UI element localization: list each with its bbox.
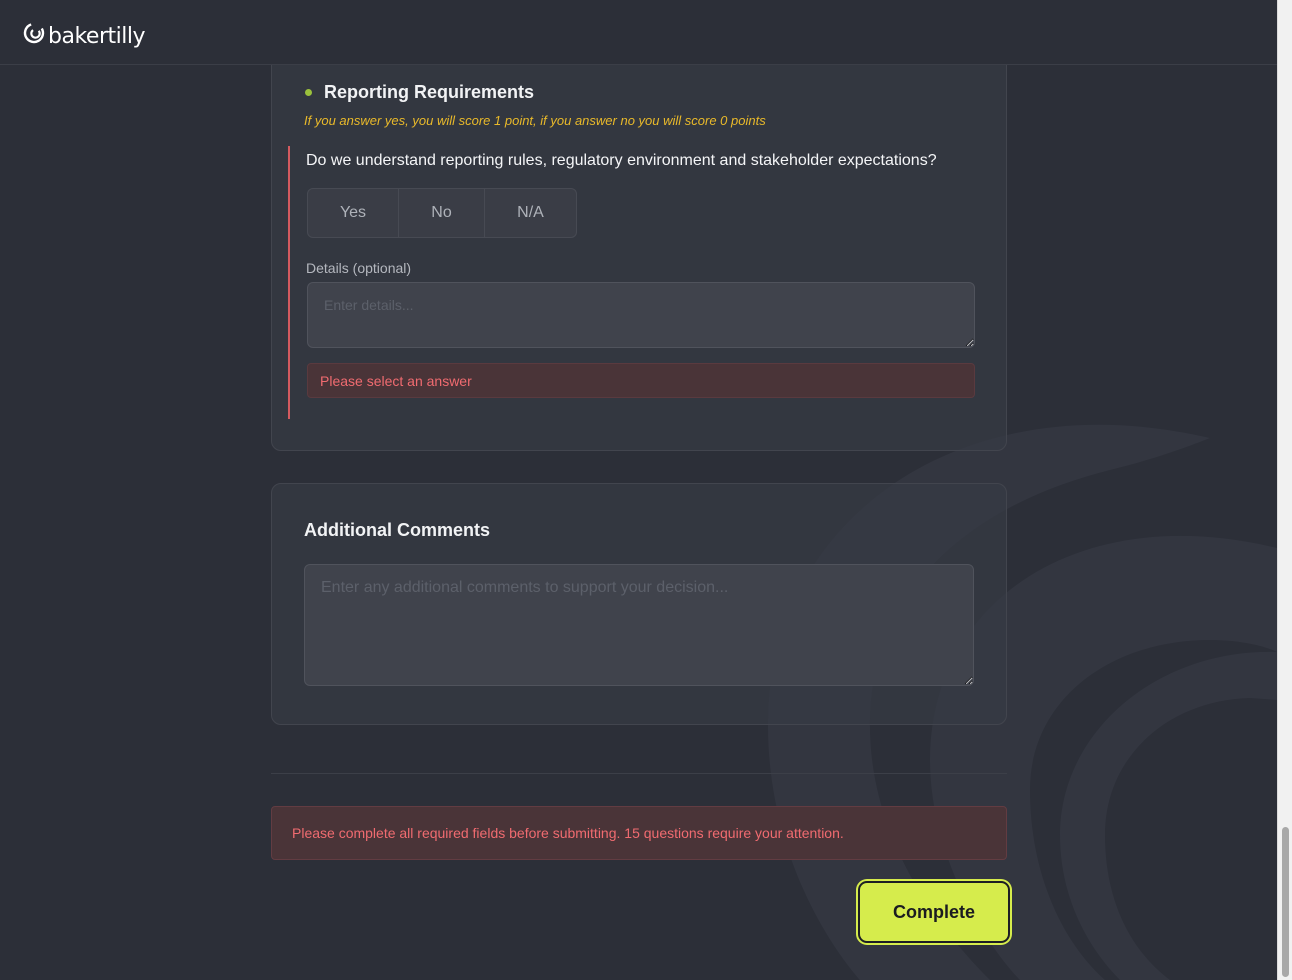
answer-yes-button[interactable]: Yes: [308, 189, 399, 237]
section-header: Reporting Requirements: [305, 82, 534, 103]
brand-name: bakertilly: [48, 24, 145, 49]
vertical-scrollbar[interactable]: [1277, 0, 1292, 980]
details-input[interactable]: [307, 282, 975, 348]
brand-logo[interactable]: bakertilly: [22, 16, 145, 49]
question-block: Do we understand reporting rules, regula…: [288, 146, 990, 419]
question-text: Do we understand reporting rules, regula…: [306, 152, 937, 169]
section-divider: [271, 773, 1007, 774]
bakertilly-swirl-logo-icon: [23, 22, 45, 43]
form-error-banner: Please complete all required fields befo…: [271, 806, 1007, 860]
additional-comments-card: Additional Comments: [271, 483, 1007, 725]
answer-na-button[interactable]: N/A: [485, 189, 576, 237]
details-label: Details (optional): [306, 260, 412, 276]
section-bullet-icon: [305, 89, 312, 96]
scrollbar-thumb[interactable]: [1282, 827, 1289, 977]
top-navigation-bar: bakertilly: [0, 0, 1277, 65]
comments-input[interactable]: [304, 564, 974, 686]
answer-no-button[interactable]: No: [399, 189, 485, 237]
reporting-requirements-card: Reporting Requirements If you answer yes…: [271, 40, 1007, 451]
complete-button[interactable]: Complete: [858, 881, 1010, 943]
scoring-note: If you answer yes, you will score 1 poin…: [304, 113, 766, 128]
comments-title: Additional Comments: [304, 520, 491, 540]
section-title: Reporting Requirements: [324, 82, 535, 102]
answer-required-error: Please select an answer: [307, 363, 975, 398]
answer-button-group: Yes No N/A: [307, 188, 577, 238]
